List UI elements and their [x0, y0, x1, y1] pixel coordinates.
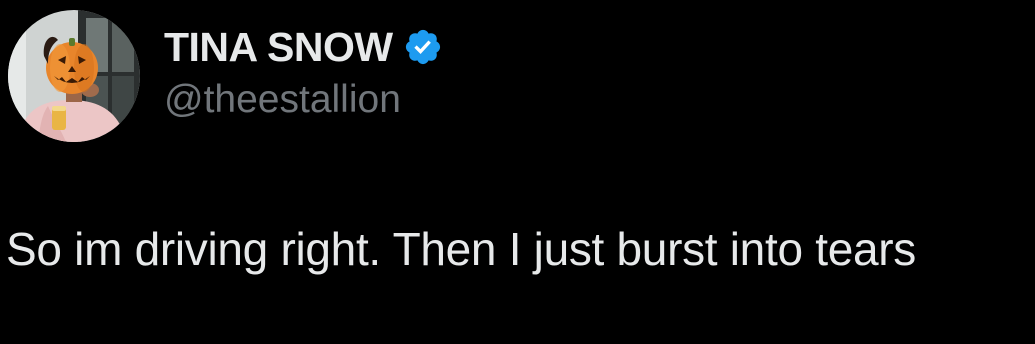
tweet-header: TINA SNOW @theestallion [164, 22, 443, 122]
verified-badge-icon [403, 27, 443, 67]
user-handle[interactable]: @theestallion [164, 78, 443, 122]
avatar[interactable] [8, 10, 140, 142]
avatar-photo [8, 10, 140, 142]
name-row: TINA SNOW [164, 22, 443, 72]
display-name[interactable]: TINA SNOW [164, 24, 393, 71]
tweet-card: TINA SNOW @theestallion So im driving ri… [0, 0, 1035, 344]
tweet-text: So im driving right. Then I just burst i… [6, 223, 916, 275]
